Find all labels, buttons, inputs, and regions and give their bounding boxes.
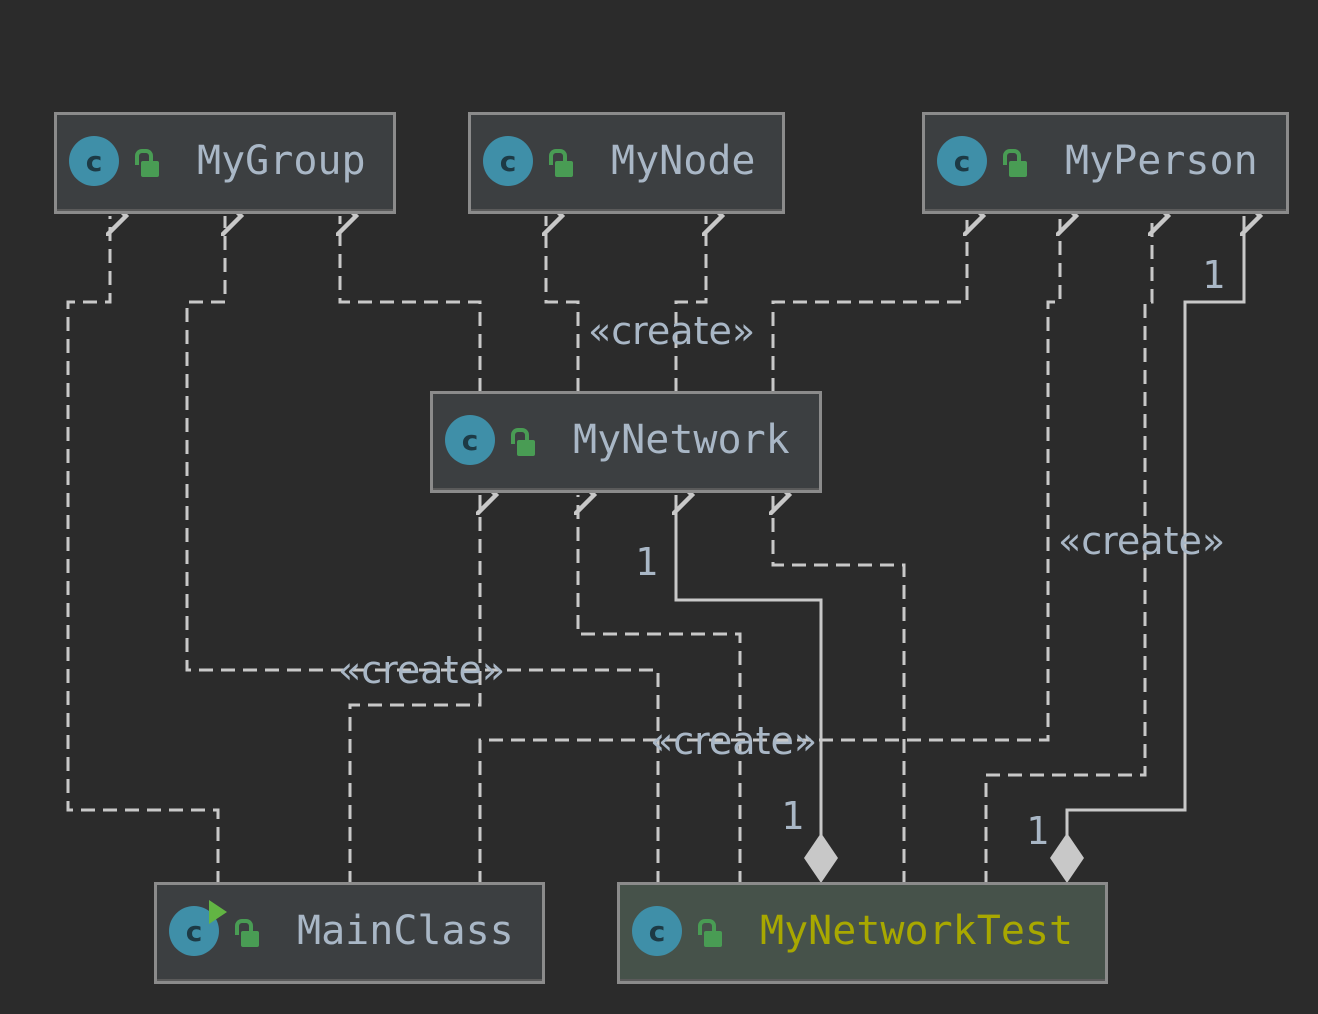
class-name: MyNode <box>611 138 756 184</box>
class-name: MyNetworkTest <box>760 908 1074 954</box>
unlocked-padlock-icon <box>696 919 724 949</box>
unlocked-padlock-icon <box>547 149 575 179</box>
unlocked-padlock-icon <box>1001 149 1029 179</box>
composition-mynetworktest-to-mynetwork <box>676 495 823 835</box>
composition-diamond-1 <box>804 833 838 883</box>
edge-mynetwork-to-myperson <box>771 216 967 392</box>
class-name: MainClass <box>297 908 514 954</box>
edge-label-create: «create» <box>1058 519 1226 563</box>
class-node-mynetworktest[interactable]: c MyNetworkTest <box>617 882 1108 984</box>
class-name: MyNetwork <box>573 417 790 463</box>
edge-mynetwork-to-mynode-a <box>546 216 580 392</box>
multiplicity-label: 1 <box>781 794 804 838</box>
class-c-icon: c <box>937 136 987 186</box>
class-name: MyPerson <box>1065 138 1258 184</box>
multiplicity-label: 1 <box>635 540 658 584</box>
unlocked-padlock-icon <box>509 428 537 458</box>
class-node-mygroup[interactable]: c MyGroup <box>54 112 396 214</box>
edge-label-create: «create» <box>650 719 818 763</box>
multiplicity-label: 1 <box>1026 809 1049 853</box>
edge-label-create: «create» <box>338 648 506 692</box>
class-node-mainclass[interactable]: c MainClass <box>154 882 545 984</box>
edge-mynetwork-to-mynode-b <box>674 216 706 392</box>
class-c-icon: c <box>483 136 533 186</box>
unlocked-padlock-icon <box>133 149 161 179</box>
edge-label-create: «create» <box>588 309 756 353</box>
class-node-mynode[interactable]: c MyNode <box>468 112 785 214</box>
class-c-icon: c <box>69 136 119 186</box>
class-name: MyGroup <box>197 138 366 184</box>
unlocked-padlock-icon <box>233 919 261 949</box>
class-c-icon: c <box>445 415 495 465</box>
class-node-mynetwork[interactable]: c MyNetwork <box>430 391 822 493</box>
multiplicity-label: 1 <box>1202 253 1225 297</box>
edge-mynetwork-to-mygroup <box>340 216 482 392</box>
edge-mynetworktest-to-mynetwork-a <box>578 495 742 885</box>
class-node-myperson[interactable]: c MyPerson <box>922 112 1289 214</box>
uml-diagram-canvas: c MyGroup c MyNode c MyPerson c MyNetwor… <box>0 0 1318 1014</box>
class-c-icon: c <box>632 906 682 956</box>
composition-diamond-2 <box>1050 833 1084 883</box>
run-arrow-icon <box>209 900 227 924</box>
edge-mainclass-to-mygroup <box>66 216 220 885</box>
edge-mainclass-to-myperson <box>478 216 1060 885</box>
class-c-icon: c <box>169 900 227 956</box>
